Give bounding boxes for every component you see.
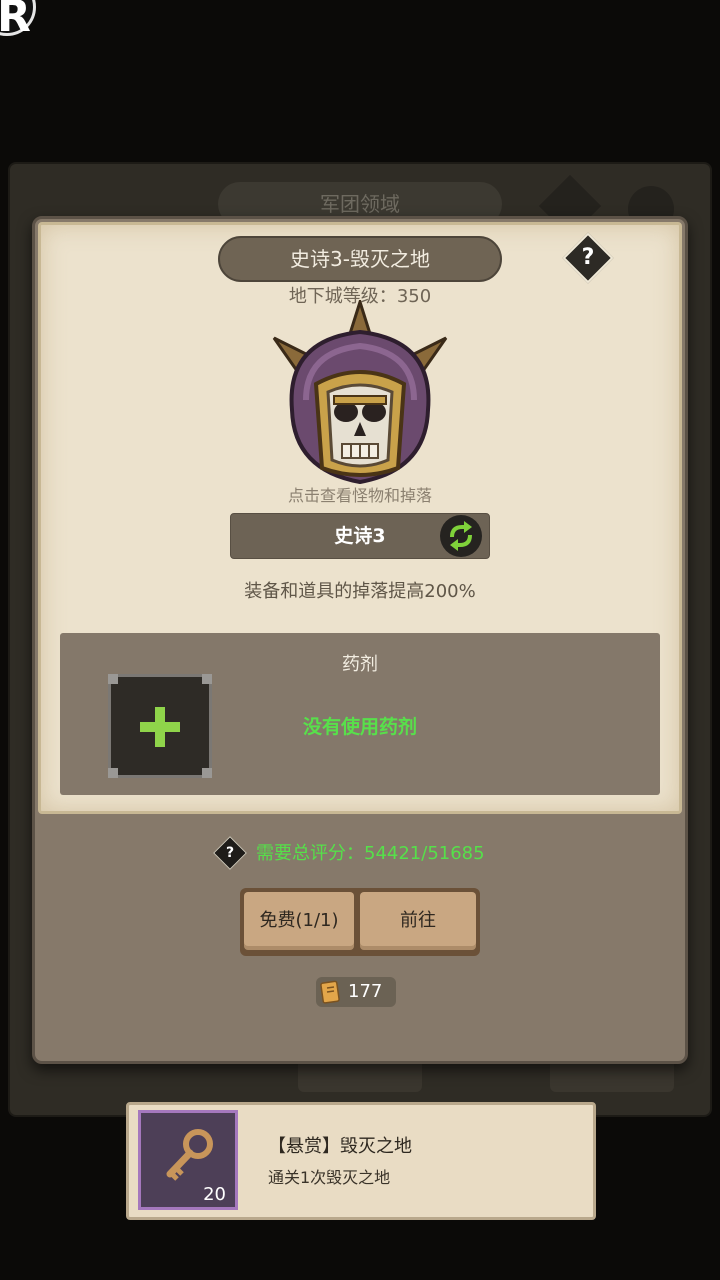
required-score-label: 需要总评分： — [256, 843, 364, 864]
go-button[interactable]: 前往 — [360, 892, 476, 950]
corner-badge[interactable]: R — [0, 0, 36, 42]
potion-title: 药剂 — [342, 654, 378, 675]
scroll-ticket-icon — [320, 980, 340, 1004]
required-score-value: 54421/51685 — [364, 843, 485, 864]
key-icon — [166, 1129, 213, 1181]
free-entry-button[interactable]: 免费(1/1) — [244, 892, 354, 950]
plus-icon-vertical[interactable] — [155, 707, 165, 747]
bounty-description: 通关1次毁灭之地 — [268, 1168, 391, 1187]
bounty-item-count: 20 — [203, 1184, 226, 1205]
refresh-arrows-icon — [450, 521, 472, 551]
required-score: 需要总评分：54421/51685 — [256, 840, 556, 868]
dungeon-title: 史诗3-毁灭之地 — [218, 236, 502, 282]
boss-hint[interactable]: 点击查看怪物和掉落 — [200, 482, 520, 505]
bounty-title: 【悬赏】毁灭之地 — [268, 1136, 412, 1157]
ticket-count: 177 — [348, 981, 383, 1002]
score-help-icon-mark[interactable]: ? — [218, 841, 242, 865]
difficulty-swap-button[interactable] — [440, 515, 482, 557]
potion-status: 没有使用药剂 — [302, 716, 417, 738]
help-icon-mark[interactable]: ? — [570, 240, 606, 276]
drop-bonus-text: 装备和道具的掉落提高200% — [244, 581, 476, 602]
boss-skull-helmet-icon[interactable] — [266, 300, 454, 490]
